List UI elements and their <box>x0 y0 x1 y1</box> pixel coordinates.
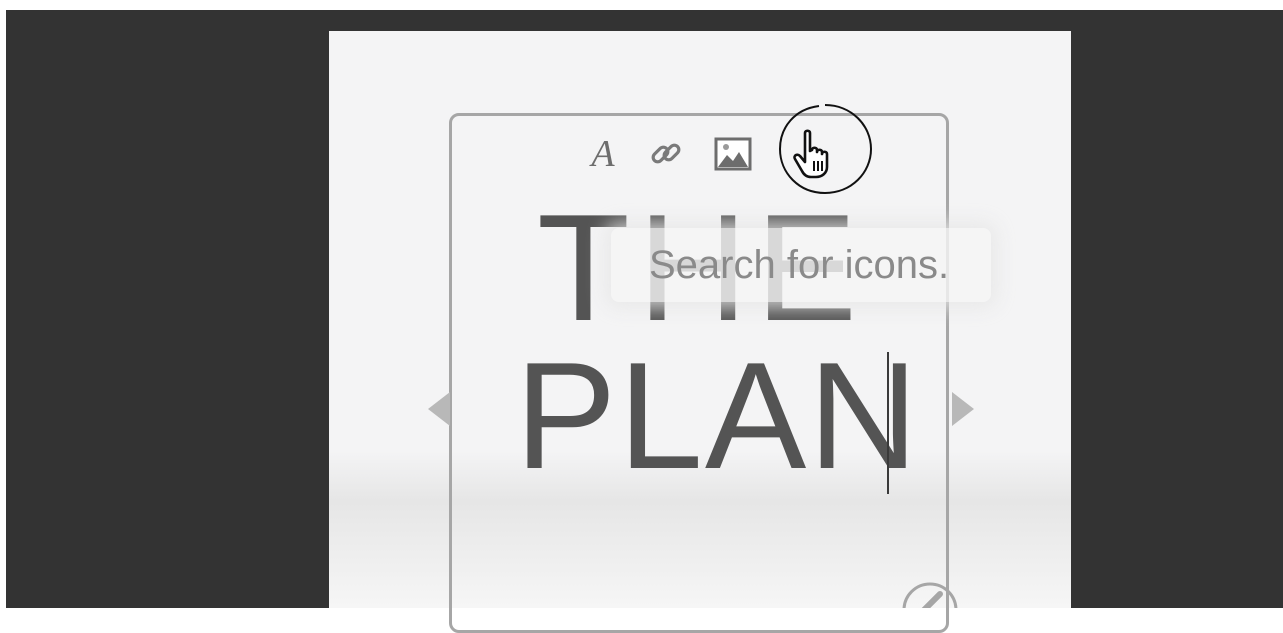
link-button[interactable] <box>645 133 687 175</box>
tooltip-label: Search for icons. <box>649 242 950 287</box>
headline-line-2: PLAN <box>515 331 921 501</box>
next-slide-arrow-icon[interactable] <box>952 392 974 426</box>
text-cursor <box>887 352 889 494</box>
highlight-circle-annotation <box>778 104 873 195</box>
text-format-button[interactable]: A <box>583 133 623 175</box>
image-icon <box>714 137 752 171</box>
image-button[interactable] <box>712 133 754 175</box>
text-format-icon: A <box>591 133 615 175</box>
previous-slide-arrow-icon[interactable] <box>428 392 450 426</box>
link-icon <box>651 143 681 164</box>
video-frame: A THE PLAN Search for icons <box>0 0 1283 633</box>
icon-search-tooltip: Search for icons. <box>611 228 991 302</box>
pencil-icon[interactable] <box>900 580 960 608</box>
